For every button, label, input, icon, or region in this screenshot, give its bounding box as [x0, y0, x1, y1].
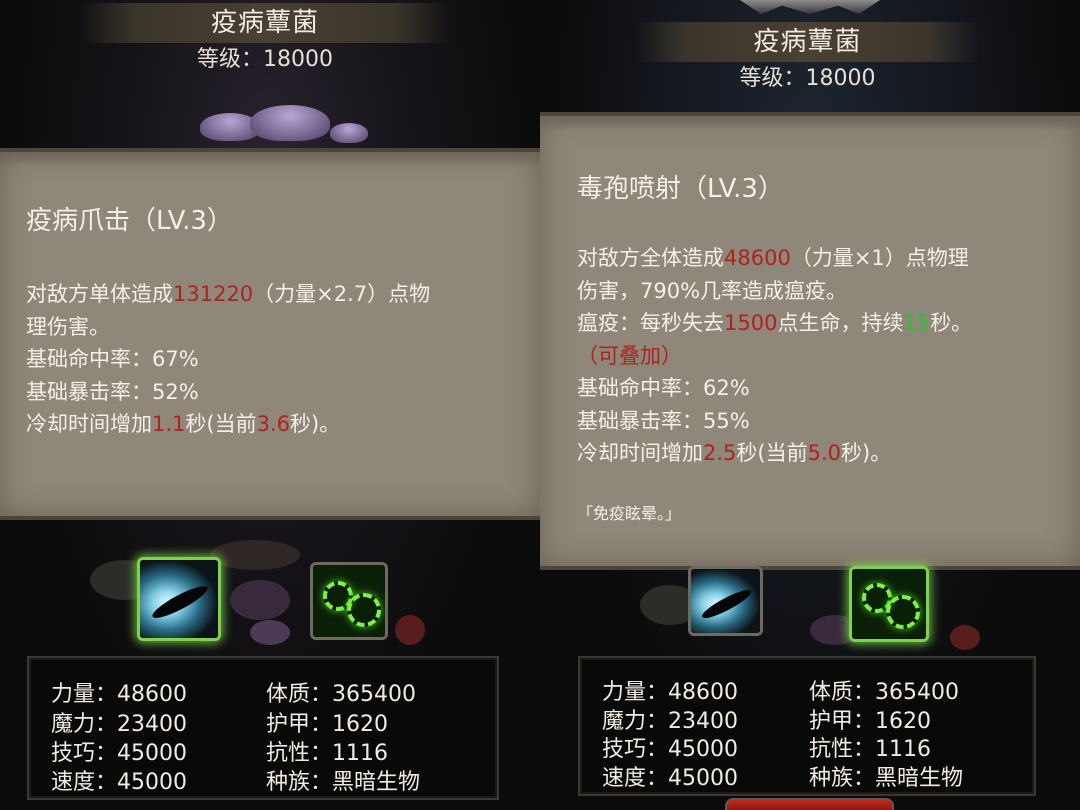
stats-panel: 力量：48600 魔力：23400 技巧：45000 速度：45000 体质：3… [578, 656, 1036, 796]
skill-description: 对敌方全体造成48600（力量×1）点物理 伤害，790%几率造成瘟疫。 瘟疫：… [577, 242, 972, 470]
stat-constitution: 体质：365400 [266, 682, 416, 707]
monster-panel-left: 疫病蕈菌 等级：18000 疫病爪击（LV.3） 对敌方单体造成131220（力… [0, 0, 540, 810]
skill-name: 疫病爪击（LV.3） [26, 206, 233, 236]
skill-name: 毒孢喷射（LV.3） [577, 174, 784, 204]
stat-skill: 技巧：45000 [51, 741, 187, 766]
stat-magic: 魔力：23400 [51, 712, 187, 737]
skill-tooltip: 毒孢喷射（LV.3） 对敌方全体造成48600（力量×1）点物理 伤害，790%… [540, 112, 1080, 570]
cooldown-line: 冷却时间增加2.5秒(当前5.0秒)。 [577, 441, 892, 465]
monster-name: 疫病蕈菌 [635, 22, 980, 62]
hit-rate: 基础命中率：62% [577, 376, 750, 400]
stat-resistance: 抗性：1116 [809, 737, 931, 762]
skill-description: 对敌方单体造成131220（力量×2.7）点物 理伤害。 基础命中率：67% 基… [26, 278, 430, 441]
stat-race: 种族：黑暗生物 [266, 770, 421, 795]
monster-level: 等级：18000 [197, 47, 333, 72]
stackable-note: （可叠加） [577, 343, 682, 368]
stat-resistance: 抗性：1116 [266, 741, 388, 766]
monster-panel-right: 疫病蕈菌 等级：18000 毒孢喷射（LV.3） 对敌方全体造成48600（力量… [540, 0, 1080, 810]
plague-line: 瘟疫：每秒失去1500点生命，持续15秒。 [577, 311, 973, 335]
hit-rate: 基础命中率：67% [26, 347, 199, 371]
stat-constitution: 体质：365400 [809, 680, 959, 705]
monster-name: 疫病蕈菌 [80, 3, 450, 43]
damage-value: 131220 [173, 282, 254, 306]
stat-race: 种族：黑暗生物 [809, 766, 964, 791]
stat-strength: 力量：48600 [602, 680, 738, 705]
frame-ornament [740, 0, 880, 14]
bottom-action-button[interactable] [725, 798, 894, 810]
slash-skill-icon[interactable] [137, 557, 221, 641]
stat-armor: 护甲：1620 [266, 712, 388, 737]
stat-speed: 速度：45000 [51, 770, 187, 795]
cooldown-line: 冷却时间增加1.1秒(当前3.6秒)。 [26, 412, 341, 436]
stats-panel: 力量：48600 魔力：23400 技巧：45000 速度：45000 体质：3… [27, 656, 499, 800]
monster-level: 等级：18000 [739, 66, 876, 91]
stat-strength: 力量：48600 [51, 682, 187, 707]
spore-skill-icon[interactable] [849, 566, 929, 642]
damage-value: 48600 [724, 246, 791, 270]
stat-skill: 技巧：45000 [602, 737, 738, 762]
battle-scene-artwork [0, 520, 540, 655]
slash-skill-icon[interactable] [688, 566, 763, 636]
crit-rate: 基础暴击率：52% [26, 379, 199, 404]
crit-rate: 基础暴击率：55% [577, 408, 750, 433]
mushroom-artwork [190, 105, 380, 150]
spore-skill-icon[interactable] [310, 562, 388, 640]
skill-quote: 「免疫眩晕。」 [577, 504, 682, 523]
skill-tooltip: 疫病爪击（LV.3） 对敌方单体造成131220（力量×2.7）点物 理伤害。 … [0, 148, 540, 520]
stat-speed: 速度：45000 [602, 766, 738, 791]
battle-scene-artwork [540, 565, 1080, 655]
